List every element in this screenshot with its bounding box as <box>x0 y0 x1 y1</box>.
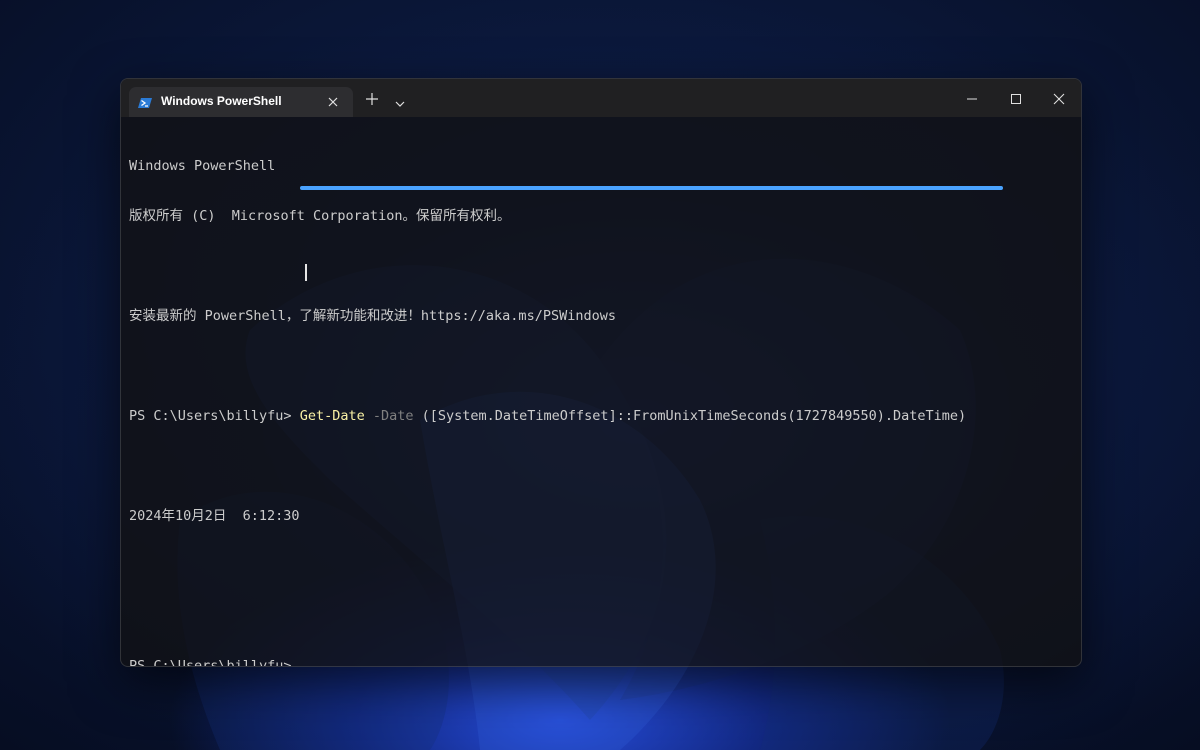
terminal-output[interactable]: Windows PowerShell 版权所有 (C) Microsoft Co… <box>129 125 1073 667</box>
cmdlet: Get-Date <box>299 408 365 424</box>
title-bar: Windows PowerShell <box>121 79 1081 117</box>
command-line: PS C:\Users\billyfu> Get-Date -Date ([Sy… <box>129 407 1073 425</box>
install-hint-line: 安装最新的 PowerShell，了解新功能和改进！https://aka.ms… <box>129 308 616 324</box>
copyright-line: 版权所有 (C) Microsoft Corporation。保留所有权利。 <box>129 208 511 224</box>
close-icon[interactable] <box>325 94 341 110</box>
prompt: PS C:\Users\billyfu> <box>129 658 300 667</box>
tab-windows-powershell[interactable]: Windows PowerShell <box>129 87 353 117</box>
prompt: PS C:\Users\billyfu> <box>129 408 300 424</box>
minimize-icon[interactable] <box>965 91 979 105</box>
tab-title: Windows PowerShell <box>161 94 282 108</box>
parameter: -Date <box>364 408 414 424</box>
maximize-icon[interactable] <box>1009 91 1023 105</box>
close-icon[interactable] <box>1052 91 1066 105</box>
powershell-icon <box>138 95 152 109</box>
date-output: 2024年10月2日 6:12:30 <box>129 508 300 524</box>
chevron-down-icon[interactable] <box>394 94 406 107</box>
terminal-window: Windows PowerShell Windows PowerShell 版权… <box>120 78 1082 667</box>
command-highlight-underline <box>300 186 1003 190</box>
argument: ([System.DateTimeOffset]::FromUnixTimeSe… <box>413 408 967 424</box>
text-cursor <box>305 264 307 281</box>
header-line: Windows PowerShell <box>129 158 276 174</box>
plus-icon[interactable] <box>364 91 380 107</box>
prompt-line: PS C:\Users\billyfu> <box>129 657 1073 667</box>
